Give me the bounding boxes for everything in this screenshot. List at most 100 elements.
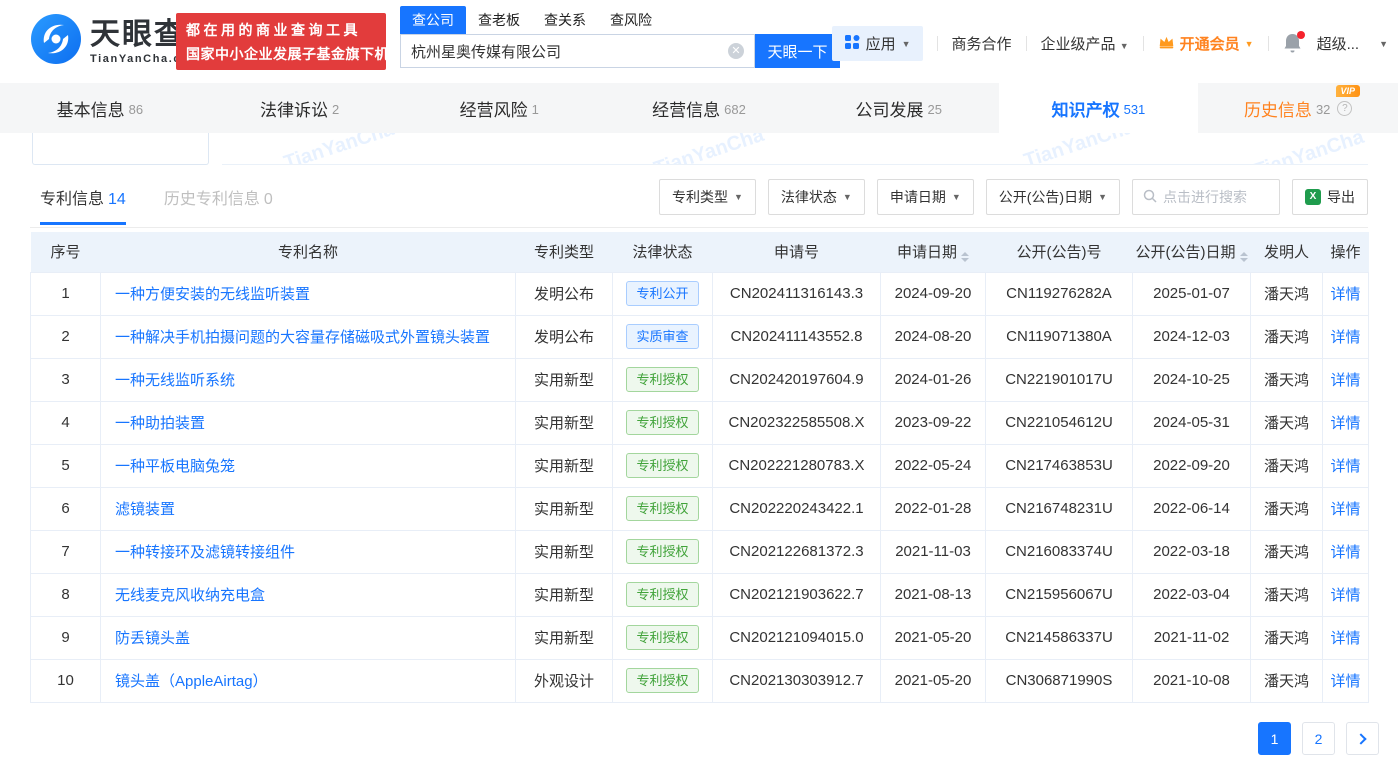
detail-link[interactable]: 详情 (1330, 372, 1360, 389)
application-date: 2022-01-28 (881, 487, 986, 530)
detail-link[interactable]: 详情 (1330, 630, 1360, 647)
column-header-3: 法律状态 (613, 232, 713, 272)
promo-line-1: 都在用的商业查询工具 (186, 18, 376, 42)
next-page-button[interactable] (1346, 722, 1379, 755)
patent-name-link[interactable]: 一种转接环及滤镜转接组件 (115, 544, 295, 561)
detail-link[interactable]: 详情 (1330, 673, 1360, 690)
crown-icon (1158, 35, 1175, 53)
notifications-bell-icon[interactable] (1283, 33, 1303, 55)
chevron-right-icon (1355, 733, 1366, 744)
detail-link[interactable]: 详情 (1330, 286, 1360, 303)
table-row: 2 一种解决手机拍摄问题的大容量存储磁吸式外置镜头装置 发明公布 实质审查 CN… (31, 315, 1369, 358)
sort-icon[interactable] (961, 252, 969, 262)
inventor: 潘天鸿 (1251, 401, 1323, 444)
company-tab-2[interactable]: 经营风险1 (399, 83, 599, 133)
legal-status-badge: 专利授权 (626, 496, 698, 521)
patent-name-link[interactable]: 一种平板电脑兔笼 (115, 458, 235, 475)
detail-link[interactable]: 详情 (1330, 458, 1360, 475)
detail-link[interactable]: 详情 (1330, 329, 1360, 346)
page-button-2[interactable]: 2 (1302, 722, 1335, 755)
column-header-5[interactable]: 申请日期 (881, 232, 986, 272)
vip-badge: VIP (1336, 85, 1361, 97)
legal-status-badge: 专利授权 (626, 582, 698, 607)
patent-name-link[interactable]: 滤镜装置 (115, 501, 175, 518)
nav-business-cooperation[interactable]: 商务合作 (952, 33, 1012, 54)
apps-label: 应用 (866, 33, 896, 54)
search-tabs: 查公司查老板查关系查风险 (400, 8, 840, 34)
sort-icon[interactable] (1240, 252, 1248, 262)
patent-type: 实用新型 (516, 530, 613, 573)
detail-link[interactable]: 详情 (1330, 415, 1360, 432)
company-tab-0[interactable]: 基本信息86 (0, 83, 200, 133)
publication-number: CN221901017U (986, 358, 1133, 401)
help-icon[interactable]: ? (1337, 101, 1352, 116)
top-nav: 应用 ▼ 商务合作 企业级产品 ▼ 开通会员 ▼ (832, 26, 1388, 61)
patent-table: 序号专利名称专利类型法律状态申请号申请日期公开(公告)号公开(公告)日期发明人操… (30, 232, 1369, 703)
row-index: 9 (31, 616, 101, 659)
filter-button-0[interactable]: 专利类型▼ (659, 179, 756, 215)
clear-search-icon[interactable]: ✕ (728, 43, 744, 59)
patent-name-link[interactable]: 一种解决手机拍摄问题的大容量存储磁吸式外置镜头装置 (115, 329, 490, 346)
application-date: 2021-05-20 (881, 616, 986, 659)
search-button[interactable]: 天眼一下 (755, 34, 840, 68)
patent-name-link[interactable]: 无线麦克风收纳充电盒 (115, 587, 265, 604)
search-tab-1[interactable]: 查老板 (466, 6, 532, 34)
detail-link[interactable]: 详情 (1330, 587, 1360, 604)
card-bottom-left (32, 133, 209, 165)
filter-button-1[interactable]: 法律状态▼ (768, 179, 865, 215)
table-row: 5 一种平板电脑兔笼 实用新型 专利授权 CN202221280783.X 20… (31, 444, 1369, 487)
patent-name-link[interactable]: 一种无线监听系统 (115, 372, 235, 389)
inventor: 潘天鸿 (1251, 315, 1323, 358)
patent-name-link[interactable]: 防丢镜头盖 (115, 630, 190, 647)
nav-super-vip[interactable]: 超级... (1317, 33, 1360, 54)
notification-dot (1297, 31, 1305, 39)
site-header: 天眼查 TianYanCha.com 都在用的商业查询工具 国家中小企业发展子基… (0, 0, 1398, 83)
column-header-1: 专利名称 (101, 232, 516, 272)
export-button[interactable]: X 导出 (1292, 179, 1368, 215)
tab-patent-info[interactable]: 专利信息14 (40, 185, 126, 225)
filter-button-2[interactable]: 申请日期▼ (877, 179, 974, 215)
apps-grid-icon (844, 34, 860, 54)
publication-number: CN215956067U (986, 573, 1133, 616)
publication-date: 2025-01-07 (1133, 272, 1251, 315)
publication-date: 2024-10-25 (1133, 358, 1251, 401)
publication-date: 2021-10-08 (1133, 659, 1251, 702)
column-header-2: 专利类型 (516, 232, 613, 272)
search-input[interactable] (411, 43, 728, 60)
patent-type: 实用新型 (516, 358, 613, 401)
company-tab-5[interactable]: 知识产权531 (999, 83, 1199, 133)
chevron-down-icon[interactable]: ▼ (1379, 39, 1388, 49)
chevron-down-icon: ▼ (952, 192, 961, 202)
company-tab-4[interactable]: 公司发展25 (799, 83, 999, 133)
column-header-9: 操作 (1323, 232, 1369, 272)
company-tab-6[interactable]: 历史信息32VIP? (1198, 83, 1398, 133)
search-tab-3[interactable]: 查风险 (598, 6, 664, 34)
application-number: CN202411143552.8 (713, 315, 881, 358)
open-vip-button[interactable]: 开通会员 ▼ (1158, 33, 1254, 54)
patent-type: 外观设计 (516, 659, 613, 702)
search-tab-0[interactable]: 查公司 (400, 6, 466, 34)
company-tab-3[interactable]: 经营信息682 (599, 83, 799, 133)
publication-number: CN216748231U (986, 487, 1133, 530)
filter-button-3[interactable]: 公开(公告)日期▼ (986, 179, 1120, 215)
patent-name-link[interactable]: 镜头盖（AppleAirtag） (115, 673, 268, 690)
pagination: 12 (1258, 722, 1379, 755)
publication-date: 2022-06-14 (1133, 487, 1251, 530)
patent-search-input[interactable]: 点击进行搜索 (1132, 179, 1280, 215)
apps-menu[interactable]: 应用 ▼ (832, 26, 923, 61)
tab-history-patent-info[interactable]: 历史专利信息0 (164, 185, 273, 225)
detail-link[interactable]: 详情 (1330, 544, 1360, 561)
detail-link[interactable]: 详情 (1330, 501, 1360, 518)
page-button-1[interactable]: 1 (1258, 722, 1291, 755)
promo-line-2: 国家中小企业发展子基金旗下机构 (186, 42, 376, 66)
row-index: 5 (31, 444, 101, 487)
patent-name-link[interactable]: 一种方便安装的无线监听装置 (115, 286, 310, 303)
patent-name-link[interactable]: 一种助拍装置 (115, 415, 205, 432)
column-header-6: 公开(公告)号 (986, 232, 1133, 272)
company-tab-1[interactable]: 法律诉讼2 (200, 83, 400, 133)
column-header-7[interactable]: 公开(公告)日期 (1133, 232, 1251, 272)
divider (1268, 36, 1269, 51)
nav-enterprise-products[interactable]: 企业级产品 ▼ (1041, 33, 1129, 54)
search-tab-2[interactable]: 查关系 (532, 6, 598, 34)
application-date: 2021-05-20 (881, 659, 986, 702)
